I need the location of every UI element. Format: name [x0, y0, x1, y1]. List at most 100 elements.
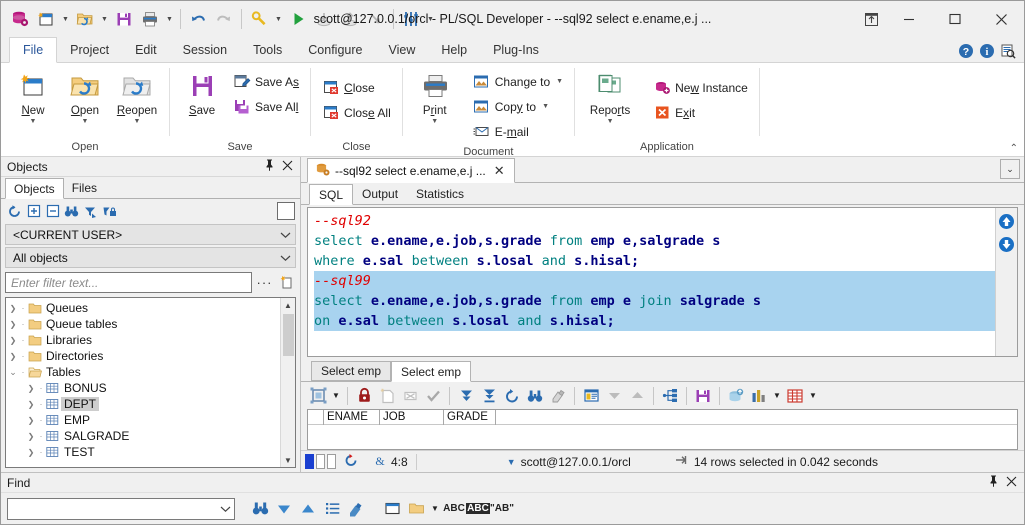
connection-status[interactable]: ▼ scott@127.0.0.1/orcl: [499, 451, 639, 473]
collapse-all-icon[interactable]: [44, 202, 61, 220]
undo-icon[interactable]: [185, 6, 211, 32]
find-binoculars-icon[interactable]: [63, 202, 80, 220]
exit-button[interactable]: Exit: [648, 100, 753, 125]
grid-column-rownum[interactable]: [310, 410, 324, 425]
scroll-down-icon[interactable]: ▼: [281, 453, 296, 467]
chevron-right-icon[interactable]: ❯: [6, 320, 20, 329]
sql-editor[interactable]: --sql92 select e.ename,e.job,s.grade fro…: [307, 207, 1018, 357]
find-in-window-icon[interactable]: [381, 498, 403, 520]
clear-highlight-icon[interactable]: [345, 498, 367, 520]
email-button[interactable]: E-mail: [468, 119, 568, 144]
document-tab-close-icon[interactable]: ✕: [491, 163, 508, 179]
chart-caret-icon[interactable]: ▼: [771, 385, 783, 407]
result-tab-1[interactable]: Select emp: [311, 361, 392, 381]
save-button[interactable]: Save: [176, 67, 228, 117]
tree-node-queues[interactable]: ❯ · Queues: [6, 300, 280, 316]
reports-button[interactable]: Reports ▼: [581, 67, 639, 126]
chevron-right-icon[interactable]: ❯: [24, 432, 38, 441]
ribbon-tab-plugins[interactable]: Plug-Ins: [480, 36, 552, 62]
document-tab[interactable]: --sql92 select e.ename,e.j ... ✕: [307, 158, 515, 183]
pin-result-icon[interactable]: [675, 454, 689, 469]
find-in-folder-caret-icon[interactable]: ▼: [429, 498, 441, 520]
clear-filter-icon[interactable]: [547, 385, 569, 407]
single-record-view-icon[interactable]: [580, 385, 602, 407]
export-structure-icon[interactable]: [659, 385, 681, 407]
ribbon-tab-file[interactable]: File: [9, 37, 58, 63]
maximize-button[interactable]: [932, 1, 978, 37]
html-table-caret-icon[interactable]: ▼: [807, 385, 819, 407]
flashlight-caret-icon[interactable]: ▼: [272, 6, 285, 32]
objects-tab[interactable]: Objects: [5, 178, 64, 199]
tree-node-libraries[interactable]: ❯ · Libraries: [6, 332, 280, 348]
scroll-up-icon[interactable]: ▲: [281, 298, 296, 312]
ribbon-tab-help[interactable]: Help: [428, 36, 480, 62]
objects-panel-close-button[interactable]: [282, 160, 293, 174]
grid-layout-caret-icon[interactable]: ▼: [330, 385, 342, 407]
files-tab[interactable]: Files: [64, 177, 105, 198]
lock-record-icon[interactable]: [353, 385, 375, 407]
document-tab-list-button[interactable]: ⌄: [1000, 159, 1020, 179]
filter-new-icon[interactable]: [277, 273, 296, 293]
tree-scrollbar[interactable]: ▲ ▼: [280, 298, 295, 467]
grid-layout-icon[interactable]: [307, 385, 329, 407]
tab-sql[interactable]: SQL: [309, 184, 354, 205]
print-button[interactable]: Print ▼: [409, 67, 461, 126]
chart-icon[interactable]: [748, 385, 770, 407]
change-to-button[interactable]: Change to ▼: [468, 69, 568, 94]
chevron-right-icon[interactable]: ❯: [6, 352, 20, 361]
chevron-right-icon[interactable]: ❯: [6, 336, 20, 345]
minimize-button[interactable]: [886, 1, 932, 37]
filter-options-button[interactable]: ···: [255, 273, 274, 293]
ribbon-tab-view[interactable]: View: [375, 36, 428, 62]
chevron-down-icon[interactable]: ⌄: [6, 367, 20, 378]
find-next-icon[interactable]: [273, 498, 295, 520]
print-caret-icon[interactable]: ▼: [163, 6, 176, 32]
chevron-right-icon[interactable]: ❯: [6, 304, 20, 313]
help-icon[interactable]: ?: [958, 43, 974, 62]
chevron-right-icon[interactable]: ❯: [24, 400, 38, 409]
find-panel-close-button[interactable]: [1006, 476, 1017, 490]
find-grid-icon[interactable]: [524, 385, 546, 407]
html-table-icon[interactable]: [784, 385, 806, 407]
filter-object-icon[interactable]: [82, 202, 99, 220]
ribbon-tab-configure[interactable]: Configure: [295, 36, 375, 62]
ribbon-tab-project[interactable]: Project: [57, 36, 122, 62]
tree-node-dept[interactable]: ❯ · DEPT: [6, 396, 280, 412]
grid-column-job[interactable]: JOB: [380, 410, 444, 425]
new-file-caret-icon[interactable]: ▼: [59, 6, 72, 32]
save-all-button[interactable]: Save All: [228, 94, 304, 119]
find-input-caret-icon[interactable]: [220, 502, 231, 516]
reports-button-caret-icon[interactable]: ▼: [607, 117, 614, 126]
result-tab-2[interactable]: Select emp: [391, 361, 472, 382]
chevron-right-icon[interactable]: ❯: [24, 448, 38, 457]
filter-input[interactable]: Enter filter text...: [5, 272, 252, 293]
fetch-next-page-icon[interactable]: [455, 385, 477, 407]
refresh-icon[interactable]: [6, 202, 23, 220]
tab-output[interactable]: Output: [353, 183, 407, 204]
expand-all-icon[interactable]: [25, 202, 42, 220]
refresh-grid-icon[interactable]: [501, 385, 523, 407]
new-button[interactable]: New ▼: [7, 67, 59, 126]
restore-down-icon[interactable]: [856, 1, 886, 37]
close-document-button[interactable]: Close: [317, 75, 396, 100]
flashlight-icon[interactable]: [246, 6, 272, 32]
copy-to-caret-icon[interactable]: ▼: [542, 103, 549, 110]
close-all-button[interactable]: Close All: [317, 100, 396, 125]
tree-node-emp[interactable]: ❯ · EMP: [6, 412, 280, 428]
tree-node-bonus[interactable]: ❯ · BONUS: [6, 380, 280, 396]
export-data-icon[interactable]: [692, 385, 714, 407]
find-previous-icon[interactable]: [297, 498, 319, 520]
chevron-right-icon[interactable]: ❯: [24, 384, 38, 393]
open-button[interactable]: Open ▼: [59, 67, 111, 126]
sql-editor-text[interactable]: --sql92 select e.ename,e.job,s.grade fro…: [308, 208, 995, 356]
copy-to-button[interactable]: Copy to ▼: [468, 94, 568, 119]
find-binoculars-icon[interactable]: [249, 498, 271, 520]
tree-node-salgrade[interactable]: ❯ · SALGRADE: [6, 428, 280, 444]
tree-node-test[interactable]: ❯ · TEST: [6, 444, 280, 460]
open-button-caret-icon[interactable]: ▼: [82, 117, 89, 126]
transaction-status[interactable]: [336, 451, 366, 473]
find-list-icon[interactable]: [321, 498, 343, 520]
tree-node-queue-tables[interactable]: ❯ · Queue tables: [6, 316, 280, 332]
execute-icon[interactable]: [285, 6, 311, 32]
open-folder-icon[interactable]: [72, 6, 98, 32]
